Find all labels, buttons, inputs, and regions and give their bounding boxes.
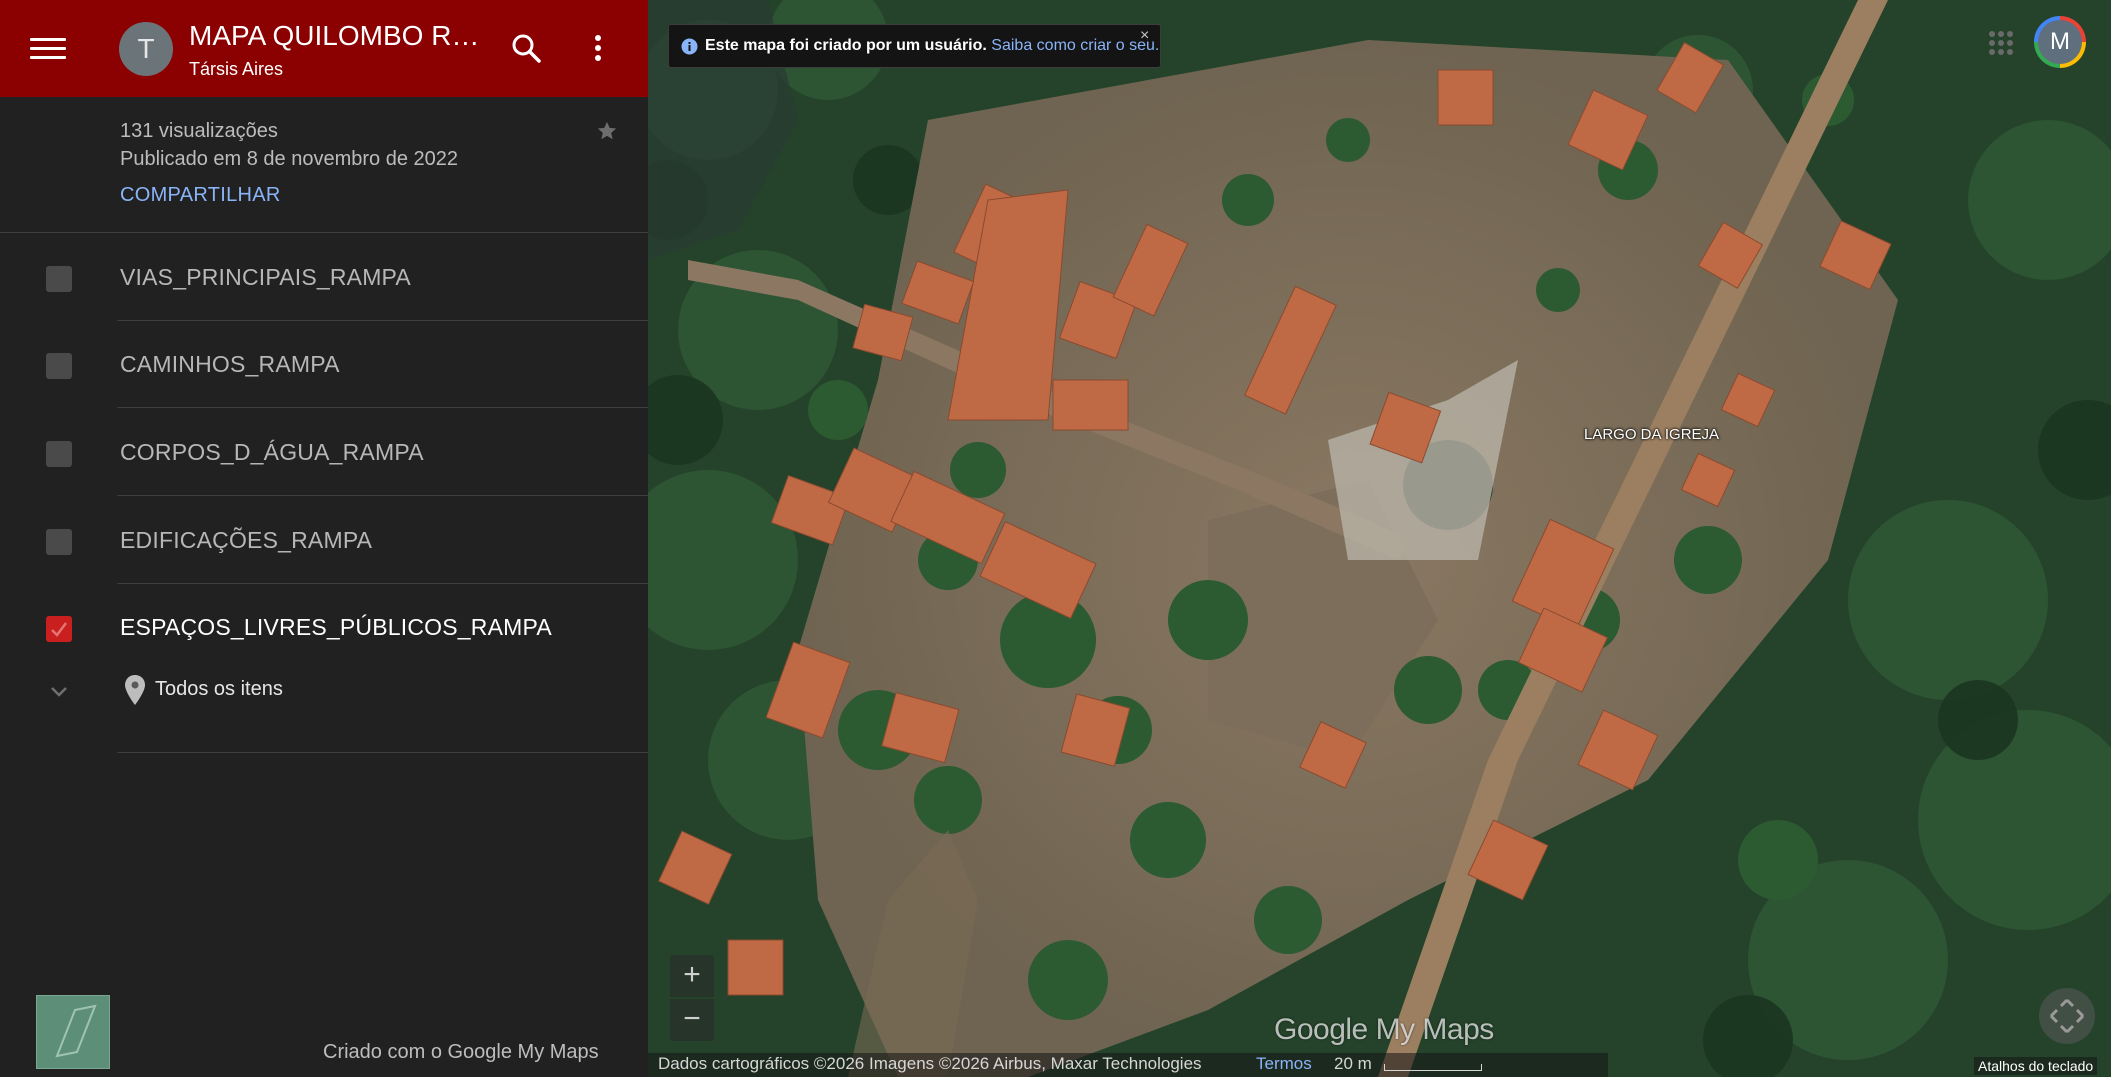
- layer-label: CAMINHOS_RAMPA: [120, 351, 340, 377]
- map-title: MAPA QUILOMBO RAMPA: [189, 20, 489, 51]
- sublayer-row[interactable]: Todos os itens: [0, 668, 648, 720]
- layer-checkbox[interactable]: [46, 529, 72, 555]
- sidebar-header: T MAPA QUILOMBO RAMPA Társis Aires: [0, 0, 648, 97]
- layer-checkbox[interactable]: [46, 266, 72, 292]
- terms-link[interactable]: Termos: [1256, 1054, 1312, 1074]
- check-icon: [51, 622, 67, 637]
- layer-label: EDIFICAÇÕES_RAMPA: [120, 527, 373, 553]
- more-vert-icon: [595, 35, 601, 61]
- map-attribution: Dados cartográficos ©2026 Imagens ©2026 …: [658, 1054, 1202, 1073]
- layer-label: VIAS_PRINCIPAIS_RAMPA: [120, 264, 411, 290]
- scale-label[interactable]: 20 m: [1334, 1054, 1372, 1074]
- layer-edificacoes[interactable]: EDIFICAÇÕES_RAMPA: [0, 497, 648, 584]
- owner-avatar: T: [119, 22, 173, 76]
- notice-link[interactable]: Saiba como criar o seu.: [991, 37, 1159, 54]
- map-thumbnail: [36, 995, 110, 1069]
- layer-label: CORPOS_D_ÁGUA_RAMPA: [120, 439, 424, 465]
- divider: [117, 752, 648, 753]
- menu-button[interactable]: [30, 34, 66, 62]
- apps-grid-icon[interactable]: [1988, 30, 2014, 56]
- divider: [117, 495, 648, 496]
- search-icon: [512, 34, 541, 63]
- layer-corpos-dagua[interactable]: CORPOS_D_ÁGUA_RAMPA: [0, 409, 648, 496]
- created-with-label: Criado com o Google My Maps: [323, 1041, 599, 1063]
- layer-espacos-livres[interactable]: ESPAÇOS_LIVRES_PÚBLICOS_RAMPA: [0, 584, 648, 671]
- zoom-out-button[interactable]: −: [670, 999, 714, 1041]
- fullscreen-button[interactable]: [2039, 988, 2095, 1044]
- layer-caminhos[interactable]: CAMINHOS_RAMPA: [0, 321, 648, 408]
- star-icon[interactable]: [596, 120, 618, 142]
- divider: [117, 407, 648, 408]
- account-avatar[interactable]: M: [2034, 16, 2086, 68]
- map-thumbnail-icon: [55, 1004, 97, 1058]
- google-my-maps-logo: Google My Maps: [1274, 1013, 1494, 1046]
- user-map-notice: Este mapa foi criado por um usuário. Sai…: [668, 24, 1161, 68]
- place-label[interactable]: LARGO DA IGREJA: [1584, 426, 1719, 443]
- info-icon: [681, 38, 698, 55]
- all-items-label[interactable]: Todos os itens: [155, 678, 283, 701]
- layer-checkbox[interactable]: [46, 353, 72, 379]
- share-link[interactable]: COMPARTILHAR: [120, 184, 281, 207]
- map-pin-icon: [125, 675, 145, 705]
- layer-vias-principais[interactable]: VIAS_PRINCIPAIS_RAMPA: [0, 234, 648, 321]
- more-options-button[interactable]: [582, 30, 614, 66]
- satellite-imagery: [648, 0, 2111, 1077]
- menu-icon: [30, 38, 66, 41]
- close-icon[interactable]: ×: [1140, 28, 1154, 44]
- layer-checkbox-checked[interactable]: [46, 616, 72, 642]
- search-button[interactable]: [508, 30, 544, 66]
- keyboard-shortcuts-link[interactable]: Atalhos do teclado: [1974, 1057, 2098, 1075]
- map-author: Társis Aires: [189, 59, 284, 79]
- layer-label: ESPAÇOS_LIVRES_PÚBLICOS_RAMPA: [120, 614, 552, 640]
- map-view[interactable]: Este mapa foi criado por um usuário. Sai…: [648, 0, 2111, 1077]
- layer-checkbox[interactable]: [46, 441, 72, 467]
- fullscreen-icon: [2049, 998, 2085, 1034]
- zoom-in-button[interactable]: +: [670, 955, 714, 997]
- sidebar: T MAPA QUILOMBO RAMPA Társis Aires 131 v…: [0, 0, 648, 1077]
- divider: [0, 232, 648, 233]
- notice-text: Este mapa foi criado por um usuário.: [705, 37, 987, 54]
- chevron-down-icon[interactable]: [48, 684, 70, 700]
- account-avatar-letter: M: [2038, 20, 2082, 64]
- published-date: Publicado em 8 de novembro de 2022: [120, 148, 459, 170]
- view-count: 131 visualizações: [120, 120, 278, 142]
- scale-bar: [1384, 1064, 1482, 1071]
